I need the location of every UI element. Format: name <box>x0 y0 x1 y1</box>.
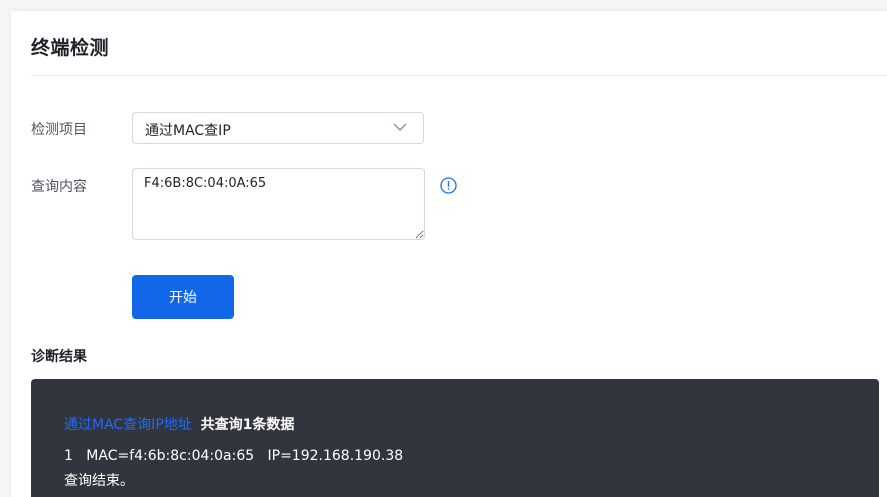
result-summary-line: 通过MAC查询IP地址 共查询1条数据 <box>64 414 294 434</box>
result-row-mac: MAC=f4:6b:8c:04:0a:65 <box>86 448 255 464</box>
detection-item-label: 检测项目 <box>31 122 87 138</box>
result-row-index: 1 <box>64 448 73 464</box>
result-end-text: 查询结束。 <box>64 473 134 489</box>
result-row-ip: IP=192.168.190.38 <box>267 448 404 464</box>
title-divider <box>31 75 887 76</box>
chevron-down-icon <box>393 123 407 131</box>
result-mode-link[interactable]: 通过MAC查询IP地址 <box>64 417 192 433</box>
query-content-input[interactable] <box>132 168 425 240</box>
page-title: 终端检测 <box>31 37 110 59</box>
info-icon[interactable] <box>440 177 457 194</box>
detection-item-select[interactable]: 通过MAC查IP <box>132 112 424 144</box>
diagnosis-result-heading: 诊断结果 <box>31 349 87 365</box>
diagnosis-result-output: 通过MAC查询IP地址 共查询1条数据 1 MAC=f4:6b:8c:04:0a… <box>31 379 879 497</box>
detection-item-value: 通过MAC查IP <box>145 123 231 139</box>
terminal-detection-panel: 终端检测 检测项目 通过MAC查IP 查询内容 开始 诊断结果 通过MAC查询I… <box>11 11 887 497</box>
result-summary: 共查询1条数据 <box>200 417 295 433</box>
result-row: 1 MAC=f4:6b:8c:04:0a:65 IP=192.168.190.3… <box>64 448 403 464</box>
query-content-label: 查询内容 <box>31 179 87 195</box>
start-button[interactable]: 开始 <box>132 275 234 319</box>
